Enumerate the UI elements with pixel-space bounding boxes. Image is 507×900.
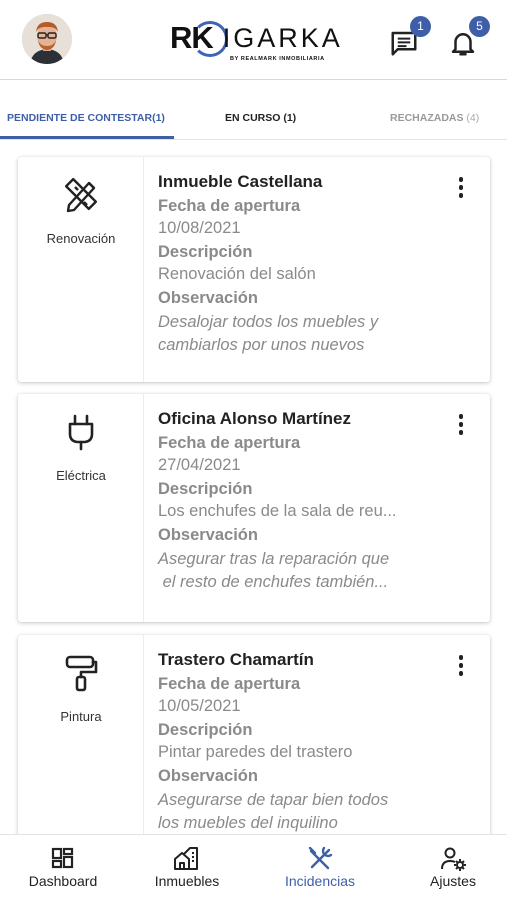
user-avatar[interactable] [22, 14, 72, 64]
plug-icon [68, 414, 94, 451]
observation-label: Observación [158, 526, 258, 544]
date-value: 10/08/2021 [158, 219, 241, 237]
app-header: RK IGARKA BY REALMARK INMOBILIARIA 1 5 [0, 0, 507, 80]
nav-inmuebles-label: Inmuebles [154, 873, 220, 889]
observation-value: Asegurar tras la reparación que el resto… [158, 548, 450, 594]
bottom-navigation: Dashboard Inmuebles Incidencias Ajustes [0, 834, 507, 900]
description-label: Descripción [158, 721, 253, 739]
incident-list: Renovación Inmueble Castellana Fecha de … [0, 141, 507, 834]
description-label: Descripción [158, 243, 253, 261]
date-label: Fecha de apertura [158, 675, 301, 693]
description-value: Pintar paredes del trastero [158, 743, 353, 761]
card-content: Oficina Alonso Martínez Fecha de apertur… [158, 408, 450, 594]
notifications-badge: 5 [469, 16, 490, 37]
status-tabs: PENDIENTE DE CONTESTAR(1) EN CURSO (1) R… [0, 100, 507, 140]
notifications-button[interactable]: 5 [448, 16, 490, 58]
description-value: Los enchufes de la sala de reu... [158, 502, 397, 520]
tools-icon [308, 846, 333, 870]
user-settings-icon [441, 847, 466, 871]
category-label: Renovación [46, 231, 116, 246]
card-category: Eléctrica [18, 394, 144, 622]
nav-inmuebles[interactable]: Inmuebles [124, 835, 250, 900]
observation-line-1: Asegurar tras la reparación que [158, 550, 390, 568]
card-content: Trastero Chamartín Fecha de apertura 10/… [158, 649, 450, 834]
nav-ajustes-label: Ajustes [430, 873, 476, 889]
card-category: Renovación [18, 157, 144, 382]
nav-ajustes[interactable]: Ajustes [390, 835, 507, 900]
category-label: Pintura [60, 709, 102, 724]
paint-roller-icon [65, 655, 98, 692]
description-label: Descripción [158, 480, 253, 498]
brand-logo: RK IGARKA BY REALMARK INMOBILIARIA [170, 18, 352, 66]
observation-label: Observación [158, 767, 258, 785]
messages-badge: 1 [410, 16, 431, 37]
observation-value: Desalojar todos los muebles y cambiarlos… [158, 311, 450, 357]
observation-line-2: los muebles del inquilino [158, 814, 338, 832]
incident-card[interactable]: Eléctrica Oficina Alonso Martínez Fecha … [18, 394, 490, 622]
nav-incidencias-label: Incidencias [284, 873, 356, 889]
card-title: Trastero Chamartín [158, 650, 314, 669]
tab-rejected[interactable]: RECHAZADAS (4) [390, 112, 479, 124]
card-category: Pintura [18, 635, 144, 834]
observation-value: Asegurarse de tapar bien todos los muebl… [158, 789, 450, 834]
date-value: 27/04/2021 [158, 456, 241, 474]
category-label: Eléctrica [56, 468, 106, 483]
nav-dashboard-label: Dashboard [28, 873, 98, 889]
building-icon [174, 847, 198, 870]
tab-in-progress[interactable]: EN CURSO (1) [225, 112, 296, 124]
date-label: Fecha de apertura [158, 197, 301, 215]
card-title: Oficina Alonso Martínez [158, 409, 352, 428]
observation-line-1: Desalojar todos los muebles y [158, 313, 379, 331]
more-options-icon[interactable] [458, 177, 464, 199]
messages-button[interactable]: 1 [389, 16, 431, 58]
incident-card[interactable]: Pintura Trastero Chamartín Fecha de aper… [18, 635, 490, 834]
nav-dashboard[interactable]: Dashboard [0, 835, 126, 900]
observation-line-1: Asegurarse de tapar bien todos [158, 791, 389, 809]
description-value: Renovación del salón [158, 265, 316, 283]
dashboard-icon [51, 847, 74, 869]
incident-card[interactable]: Renovación Inmueble Castellana Fecha de … [18, 157, 490, 382]
observation-line-2: cambiarlos por unos nuevos [158, 336, 365, 354]
card-title: Inmueble Castellana [158, 172, 323, 191]
observation-line-2: el resto de enchufes también... [158, 573, 389, 591]
active-tab-indicator [0, 136, 174, 139]
nav-incidencias[interactable]: Incidencias [257, 835, 383, 900]
more-options-icon[interactable] [458, 414, 464, 436]
logo-wordmark: IGARKA [222, 22, 343, 53]
observation-label: Observación [158, 289, 258, 307]
tab-pending[interactable]: PENDIENTE DE CONTESTAR(1) [7, 112, 165, 124]
more-options-icon[interactable] [458, 655, 464, 677]
tab-rejected-label: RECHAZADAS [390, 112, 464, 124]
logo-tagline: BY REALMARK INMOBILIARIA [230, 56, 325, 62]
ruler-pencil-icon [64, 177, 98, 213]
date-label: Fecha de apertura [158, 434, 301, 452]
card-content: Inmueble Castellana Fecha de apertura 10… [158, 171, 450, 357]
date-value: 10/05/2021 [158, 697, 241, 715]
logo-rk: RK [170, 20, 214, 55]
tab-rejected-count: (4) [466, 112, 480, 124]
